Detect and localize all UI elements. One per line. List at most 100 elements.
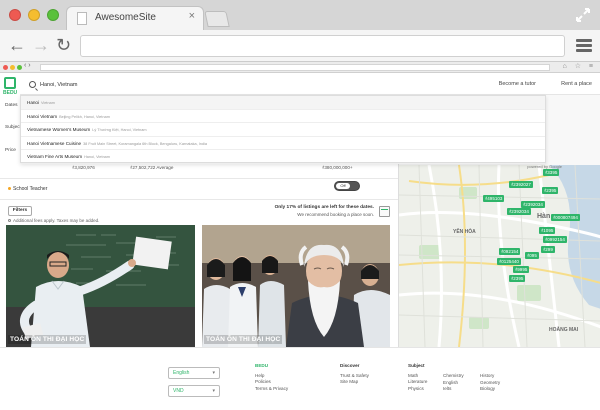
logo-mark [4,77,16,89]
school-teacher-label: School Teacher [8,186,47,192]
address-bar[interactable] [80,35,565,57]
language-select[interactable]: English ▾ [168,367,220,379]
browser-titlebar: AwesomeSite × [0,0,600,30]
inner-minimize-dot [10,65,15,70]
divider [0,199,398,200]
menu-icon[interactable] [576,39,592,53]
tutor-photo [202,225,390,347]
forward-button[interactable]: → [32,36,50,54]
currency-value: VND [173,388,184,394]
search-icon [29,81,36,88]
card-caption: TOÁN ÔN THI ĐẠI HỌC [204,335,283,344]
filters-button[interactable]: Filters [8,206,32,216]
toggle-knob: Off [336,183,350,189]
inner-toolbar-icons[interactable]: ⌂ ☆ ≡ [563,62,596,70]
tab-title: AwesomeSite [95,12,156,23]
close-window-button[interactable] [9,9,21,21]
suggestion-item[interactable]: Hanoi Vietnamese Cuisine 38 Fruit Main St… [21,137,545,150]
price-pin[interactable]: ₫0125440 [497,258,521,265]
availability-alert-title: Only 17% of listings are left for these … [274,205,374,210]
tutor-card[interactable]: TOÁN ÔN THI ĐẠI HỌC [6,225,195,347]
inner-close-dot [3,65,8,70]
price-pin[interactable]: ₫2392027 [509,181,533,188]
price-pin[interactable]: ₫092154 [499,248,521,255]
price-max: ₫380,000,000+ [322,165,353,170]
suggestion-item[interactable]: Hanoi Vietnam Beijing Pelikh, Hanoi, Viet… [21,110,545,123]
info-icon [8,219,11,223]
fullscreen-icon[interactable] [575,7,591,23]
tutor-photo [6,225,195,347]
price-pin[interactable]: ₫000807494 [551,214,580,221]
price-range-row: ₫3,820,976 ₫27,502,722 Average ₫380,000,… [0,163,398,173]
price-pin[interactable]: ₫2392034 [521,201,545,208]
minimize-window-button[interactable] [28,9,40,21]
inner-address-bar[interactable] [40,64,550,71]
availability-alert-subtitle: We recommend booking a place soon. [297,212,374,217]
footer: English ▾ VND ▾ BEDU Help Policies Terms… [0,347,600,410]
price-pin[interactable]: ₫2392034 [507,208,531,215]
location-search-input[interactable] [40,79,240,90]
price-pin[interactable]: ₫3395 [543,169,560,176]
map-label: HOÀNG MAI [549,327,579,333]
suggestion-item[interactable]: Vietnamese Women's Museum Lý Thường Kiệt,… [21,123,545,137]
language-value: English [173,370,190,376]
price-pin[interactable]: ₫2395 [509,275,526,282]
footer-column-subject-2: Chemistry English Ielts [443,373,464,392]
calendar-icon [379,206,390,217]
price-pin[interactable]: ₫495103 [483,195,505,202]
price-pin[interactable]: ₫9995 [513,266,530,273]
become-tutor-link[interactable]: Become a tutor [499,81,536,87]
header-search-row: Become a tutor Rent a place [20,73,600,95]
inner-maximize-dot [17,65,22,70]
price-label[interactable]: Price [5,148,16,153]
card-caption: TOÁN ÔN THI ĐẠI HỌC [8,335,87,344]
school-teacher-toggle[interactable]: Off [334,181,360,191]
chevron-down-icon: ▾ [212,388,215,394]
page-icon [77,12,87,25]
price-min: ₫3,820,976 [72,165,95,170]
new-tab-button[interactable] [204,11,230,27]
suggestion-item[interactable]: Hanoi Vietnam [21,96,545,110]
price-pin[interactable]: ₫299 [541,246,555,253]
price-average: ₫27,502,722 Average [130,165,174,170]
footer-link[interactable]: Geometry [480,380,500,386]
suggestion-item[interactable]: Vietnam Fine Arts Museum Hanoi, Vietnam [21,150,545,164]
browser-toolbar: ← → ↻ [0,30,600,62]
map-label: Hàn [537,213,551,220]
dates-label[interactable]: Dates [5,103,18,108]
footer-link[interactable]: Biology [480,386,500,392]
subject-label[interactable]: Subject [5,125,21,130]
chevron-down-icon: ▾ [212,370,215,376]
footer-link[interactable]: Chemistry [443,373,464,379]
map-label: YÊN HÒA [453,229,476,235]
tax-note: Additional fees apply. Taxes may be adde… [8,218,99,223]
footer-link[interactable]: Ielts [443,386,464,392]
footer-link[interactable]: Physics [408,386,427,392]
footer-link[interactable]: Literature [408,379,427,385]
footer-column-subject-3: History Geometry Biology [480,373,500,392]
footer-heading: Subject [408,363,425,368]
reload-button[interactable]: ↻ [56,36,71,54]
inner-browser-bar: ‹ › ⌂ ☆ ≡ [0,62,600,73]
maximize-window-button[interactable] [47,9,59,21]
footer-column-subject: Subject Math Literature Physics [408,363,427,392]
footer-link[interactable]: Site Map [340,379,369,385]
divider [0,178,398,179]
price-pin[interactable]: ₫1095 [539,227,556,234]
tutor-card[interactable]: TOÁN ÔN THI ĐẠI HỌC [202,225,390,347]
inner-nav-arrows[interactable]: ‹ › [24,62,31,69]
footer-column-discover: Discover Trust & Safety Site Map [340,363,369,386]
price-pin[interactable]: ₫0992154 [543,236,567,243]
school-teacher-dot [8,187,11,191]
currency-select[interactable]: VND ▾ [168,385,220,397]
price-pin[interactable]: ₫2395 [542,187,559,194]
footer-column-bedu: BEDU Help Policies Terms & Privacy [255,363,288,392]
tab-close-icon[interactable]: × [189,10,195,22]
rent-place-link[interactable]: Rent a place [561,81,592,87]
footer-link[interactable]: Terms & Privacy [255,386,288,392]
search-suggestions: Hanoi Vietnam Hanoi Vietnam Beijing Pelikh… [20,95,546,164]
browser-tab[interactable]: AwesomeSite × [66,6,204,30]
price-pin[interactable]: ₫095 [525,252,539,259]
back-button[interactable]: ← [8,36,26,54]
page: BEDU Become a tutor Rent a place HanoiVi… [0,73,600,410]
